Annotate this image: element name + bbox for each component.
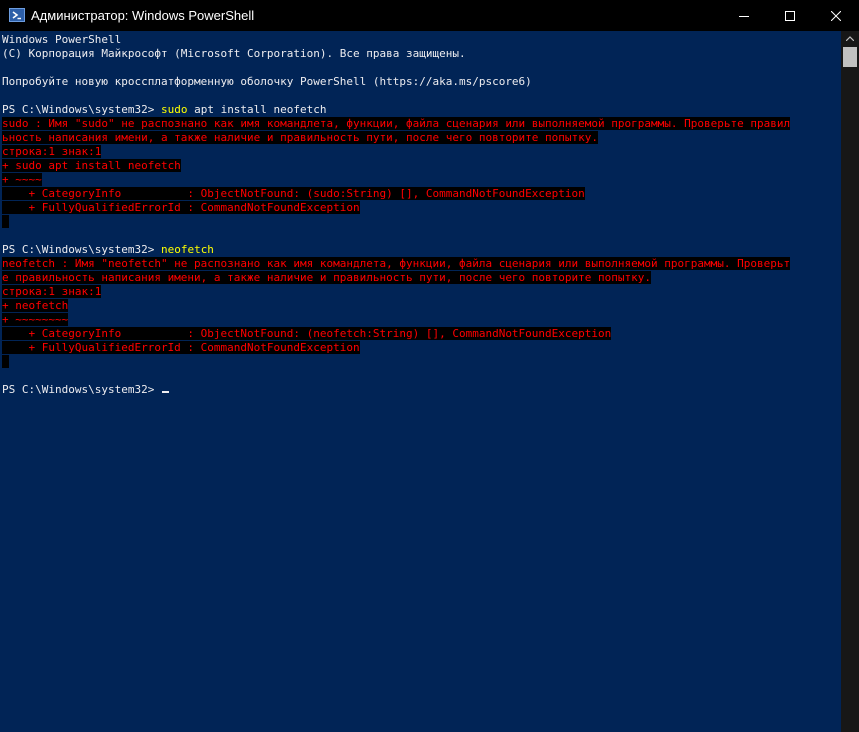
powershell-window: Администратор: Windows PowerShell Window… — [0, 0, 859, 732]
maximize-icon — [785, 10, 795, 21]
command-args: apt install neofetch — [187, 103, 327, 116]
error-text: строка:1 знак:1 — [2, 145, 102, 158]
error-text: + CategoryInfo : ObjectNotFound: (sudo:S… — [2, 187, 585, 200]
scrollbar-thumb[interactable] — [843, 47, 857, 67]
error-line: + CategoryInfo : ObjectNotFound: (neofet… — [2, 327, 839, 341]
error-line: строка:1 знак:1 — [2, 285, 839, 299]
console-output[interactable]: Windows PowerShell (C) Корпорация Майкрос… — [0, 31, 841, 732]
error-text: + ~~~~ — [2, 173, 42, 186]
maximize-button[interactable] — [767, 0, 813, 31]
command-name: sudo — [160, 103, 188, 116]
minimize-icon — [739, 15, 749, 17]
powershell-icon[interactable] — [9, 8, 25, 22]
error-text: sudo : Имя "sudo" не распознано как имя … — [2, 117, 791, 130]
output-text: Попробуйте новую кроссплатформенную обол… — [2, 75, 532, 88]
error-text: + ~~~~~~~~ — [2, 313, 69, 326]
error-text: е правильность написания имени, а также … — [2, 271, 652, 284]
minimize-button[interactable] — [721, 0, 767, 31]
output-text: (C) Корпорация Майкрософт (Microsoft Cor… — [2, 47, 466, 60]
error-line: + ~~~~ — [2, 173, 839, 187]
scroll-up-button[interactable] — [841, 31, 859, 45]
scroll-up-arrow-icon — [846, 35, 854, 41]
error-text: + FullyQualifiedErrorId : CommandNotFoun… — [2, 341, 360, 354]
error-line: + neofetch — [2, 299, 839, 313]
command-line: PS C:\Windows\system32> neofetch — [2, 243, 839, 257]
error-line — [2, 355, 839, 369]
error-line: + CategoryInfo : ObjectNotFound: (sudo:S… — [2, 187, 839, 201]
close-icon — [831, 10, 841, 21]
current-prompt-line: PS C:\Windows\system32> — [2, 383, 839, 397]
error-text — [2, 215, 9, 228]
error-line: + FullyQualifiedErrorId : CommandNotFoun… — [2, 201, 839, 215]
prompt-text: PS C:\Windows\system32> — [2, 243, 161, 256]
error-line: + ~~~~~~~~ — [2, 313, 839, 327]
error-text: строка:1 знак:1 — [2, 285, 102, 298]
title-bar[interactable]: Администратор: Windows PowerShell — [0, 0, 859, 31]
error-line: е правильность написания имени, а также … — [2, 271, 839, 285]
output-line: (C) Корпорация Майкрософт (Microsoft Cor… — [2, 47, 839, 61]
close-button[interactable] — [813, 0, 859, 31]
error-line — [2, 215, 839, 229]
error-line: ьность написания имени, а также наличие … — [2, 131, 839, 145]
prompt-text: PS C:\Windows\system32> — [2, 103, 161, 116]
error-line: строка:1 знак:1 — [2, 145, 839, 159]
error-text: ьность написания имени, а также наличие … — [2, 131, 599, 144]
text-cursor — [161, 391, 169, 393]
error-text — [2, 355, 9, 368]
command-line: PS C:\Windows\system32> sudo apt install… — [2, 103, 839, 117]
console-lines: Windows PowerShell (C) Корпорация Майкрос… — [2, 33, 839, 397]
error-line: neofetch : Имя "neofetch" не распознано … — [2, 257, 839, 271]
error-line: sudo : Имя "sudo" не распознано как имя … — [2, 117, 839, 131]
error-text: + FullyQualifiedErrorId : CommandNotFoun… — [2, 201, 360, 214]
output-line: Windows PowerShell — [2, 33, 839, 47]
error-text: + CategoryInfo : ObjectNotFound: (neofet… — [2, 327, 612, 340]
error-text: + sudo apt install neofetch — [2, 159, 181, 172]
command-name: neofetch — [160, 243, 214, 256]
error-text: neofetch : Имя "neofetch" не распознано … — [2, 257, 791, 270]
window-title: Администратор: Windows PowerShell — [31, 8, 255, 23]
error-line: + sudo apt install neofetch — [2, 159, 839, 173]
prompt-text: PS C:\Windows\system32> — [2, 383, 161, 396]
error-line: + FullyQualifiedErrorId : CommandNotFoun… — [2, 341, 839, 355]
vertical-scrollbar[interactable] — [841, 31, 859, 732]
output-text: Windows PowerShell — [2, 33, 122, 46]
output-line: Попробуйте новую кроссплатформенную обол… — [2, 75, 839, 89]
error-text: + neofetch — [2, 299, 69, 312]
